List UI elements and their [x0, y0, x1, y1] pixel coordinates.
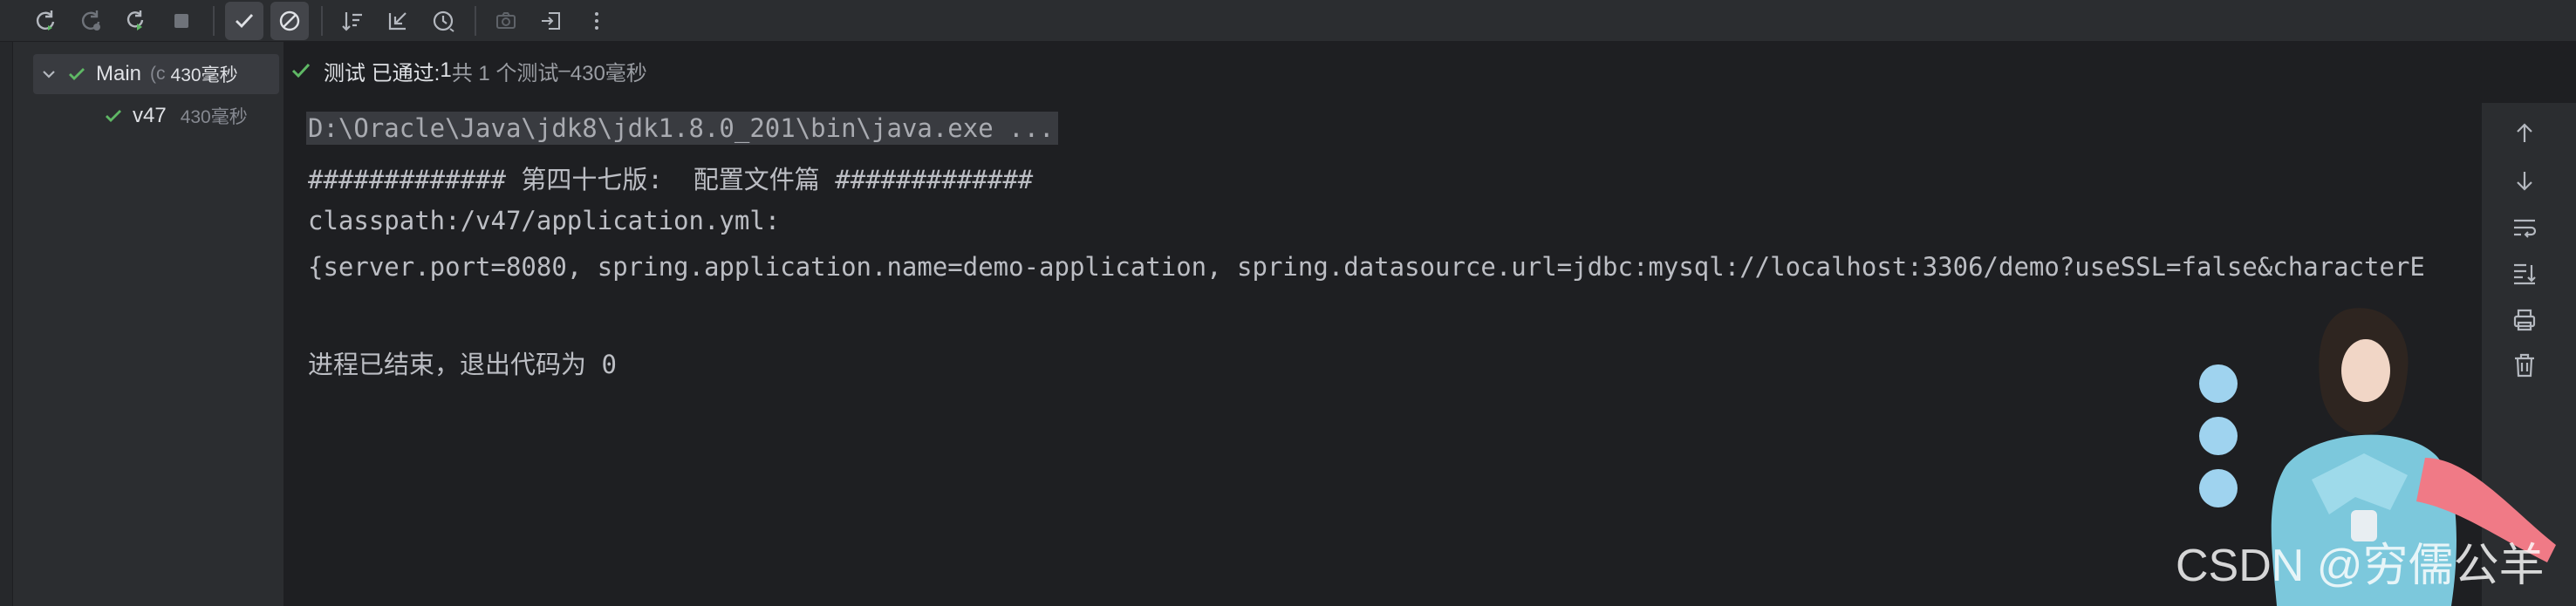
toolbar-divider: [321, 5, 323, 36]
stop-icon[interactable]: [162, 2, 201, 40]
history-icon[interactable]: [424, 2, 462, 40]
scroll-to-end-icon[interactable]: [2510, 258, 2539, 288]
passed-check-icon: [106, 110, 121, 122]
chevron-down-icon[interactable]: [38, 64, 59, 85]
tree-item-time: 430毫秒: [180, 107, 248, 127]
soft-wrap-icon[interactable]: [2510, 213, 2539, 242]
tree-item-label: Main: [96, 62, 142, 85]
console-line-command: D:\Oracle\Java\jdk8\jdk1.8.0_201\bin\jav…: [306, 112, 1058, 145]
test-status-bar: 测试 已通过: 1 共 1 个测试 – 430毫秒: [284, 51, 647, 91]
console-output[interactable]: D:\Oracle\Java\jdk8\jdk1.8.0_201\bin\jav…: [284, 103, 2482, 606]
status-duration: 430毫秒: [570, 61, 647, 85]
toolbar-divider: [475, 5, 476, 36]
rerun-icon[interactable]: [26, 2, 65, 40]
console-line-exit: 进程已结束，退出代码为 0: [308, 350, 617, 379]
panel-gutter: [0, 42, 13, 606]
import-icon[interactable]: [532, 2, 571, 40]
passed-check-icon: [69, 68, 85, 80]
status-passed-count: 1: [440, 58, 452, 82]
collapse-icon[interactable]: [379, 2, 417, 40]
status-prefix: 测试 已通过:: [324, 61, 441, 85]
rerun-failed-icon[interactable]: [72, 2, 110, 40]
tree-item-class-hint: (c: [150, 64, 166, 84]
more-icon[interactable]: [577, 2, 616, 40]
test-runner-toolbar: [0, 0, 2576, 42]
tree-item-v47[interactable]: v47 430毫秒: [103, 96, 248, 136]
status-total: 共 1 个测试: [451, 61, 559, 85]
toggle-autotest-icon[interactable]: [117, 2, 155, 40]
sort-icon[interactable]: [333, 2, 372, 40]
show-passed-icon[interactable]: [225, 1, 263, 40]
status-dash: –: [558, 58, 571, 82]
tree-item-time: 430毫秒: [170, 65, 238, 85]
up-arrow-icon[interactable]: [2510, 119, 2539, 148]
screenshot-icon[interactable]: [487, 2, 525, 40]
console-line: classpath:/v47/application.yml:: [308, 206, 781, 235]
show-ignored-icon[interactable]: [270, 1, 309, 40]
tree-item-main[interactable]: Main (c 430毫秒: [33, 54, 279, 94]
console-line: ############# 第四十七版: 配置文件篇 #############: [308, 165, 1034, 194]
passed-check-icon: [291, 63, 311, 78]
tree-item-label: v47: [133, 104, 167, 127]
down-arrow-icon[interactable]: [2510, 166, 2539, 195]
console-line: {server.port=8080, spring.application.na…: [308, 252, 2425, 282]
toolbar-divider: [213, 5, 215, 36]
watermark: CSDN @穷儒公羊: [2176, 541, 2545, 591]
